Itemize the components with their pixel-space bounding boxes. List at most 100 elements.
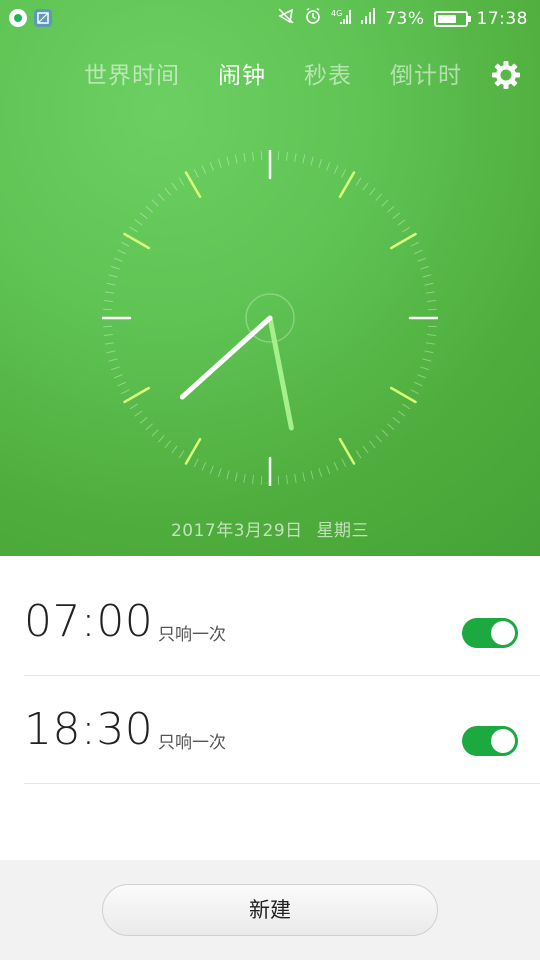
minor-tick: [139, 212, 148, 219]
new-alarm-button[interactable]: 新建: [102, 884, 438, 936]
minor-tick: [217, 468, 222, 477]
minor-tick: [129, 403, 138, 410]
tab-stopwatch[interactable]: 秒表: [304, 56, 352, 96]
minor-tick: [134, 410, 143, 417]
minor-tick: [341, 168, 347, 178]
weekday-text: 星期三: [316, 521, 370, 541]
alarm-item[interactable]: 07:00 只响一次: [0, 568, 540, 676]
minor-tick: [333, 462, 339, 471]
minor-tick: [375, 435, 383, 443]
minor-tick: [193, 168, 199, 178]
minor-tick: [178, 450, 185, 459]
alarm-repeat-label: 只响一次: [158, 733, 226, 753]
minor-tick: [387, 423, 395, 431]
minor-tick: [410, 389, 420, 395]
minor-tick: [362, 445, 369, 454]
toggle-knob: [491, 621, 515, 645]
minor-tick: [318, 468, 323, 477]
minor-tick: [103, 334, 113, 336]
minor-tick: [381, 199, 389, 207]
date-text: 2017年3月29日: [170, 521, 303, 541]
mute-icon: [277, 7, 295, 31]
minor-tick: [139, 417, 148, 424]
minor-tick: [341, 458, 347, 468]
alarm-list: 07:00 只响一次 18:30 只响一次: [0, 556, 540, 860]
status-bar: 4G 73% 17:38: [0, 0, 540, 38]
minor-tick: [427, 334, 437, 336]
minor-tick: [424, 282, 434, 286]
minor-tick: [111, 366, 120, 371]
minor-tick: [226, 156, 230, 166]
minor-tick: [234, 154, 238, 164]
battery-percent: 73%: [385, 9, 425, 29]
minor-tick: [234, 472, 238, 482]
minor-tick: [134, 219, 143, 226]
tab-countdown[interactable]: 倒计时: [390, 56, 462, 96]
minor-tick: [113, 257, 123, 262]
alarm-toggle[interactable]: [462, 618, 518, 648]
tab-world-time[interactable]: 世界时间: [84, 56, 180, 96]
minor-tick: [243, 473, 246, 484]
alarm-time: 18:30: [24, 704, 154, 755]
minor-tick: [362, 182, 369, 191]
minor-tick: [397, 219, 406, 226]
minor-tick: [326, 465, 331, 475]
minor-tick: [375, 193, 383, 201]
minor-tick: [151, 199, 159, 207]
minor-tick: [252, 151, 254, 161]
minor-tick: [387, 205, 395, 213]
minor-tick: [120, 241, 130, 247]
minor-tick: [392, 212, 401, 219]
minor-tick: [151, 429, 159, 437]
minor-tick: [414, 381, 423, 387]
minor-tick: [369, 187, 376, 196]
minor-tick: [422, 358, 432, 362]
minor-tick: [178, 177, 185, 186]
minor-tick: [427, 300, 437, 302]
minor-tick: [108, 358, 118, 362]
minor-tick: [217, 159, 222, 168]
minor-tick: [104, 342, 115, 345]
battery-icon: [433, 11, 471, 27]
minor-tick: [209, 465, 214, 475]
minor-tick: [252, 475, 254, 485]
minor-tick: [157, 193, 165, 201]
app-notification-icon: [9, 9, 27, 27]
signal-bars-icon: [360, 7, 376, 31]
minor-tick: [113, 374, 123, 379]
minor-tick: [392, 417, 401, 424]
minor-tick: [106, 282, 116, 286]
minor-tick: [318, 159, 323, 168]
minor-tick: [171, 445, 178, 454]
minor-tick: [420, 265, 429, 270]
minor-tick: [326, 161, 331, 171]
screenshot-icon: [34, 9, 52, 27]
minor-tick: [104, 291, 115, 294]
minor-tick: [294, 152, 297, 163]
alarm-icon: [304, 7, 322, 31]
alarm-item[interactable]: 18:30 只响一次: [0, 676, 540, 784]
signal-4g-icon: 4G: [331, 7, 352, 31]
tab-alarm[interactable]: 闹钟: [218, 56, 266, 96]
toggle-knob: [491, 729, 515, 753]
minor-tick: [302, 154, 306, 164]
minor-tick: [355, 450, 362, 459]
minor-tick: [111, 265, 120, 270]
minor-tick: [106, 350, 116, 354]
minor-tick: [369, 440, 376, 449]
minor-tick: [397, 410, 406, 417]
minor-tick: [302, 472, 306, 482]
minor-tick: [117, 381, 126, 387]
minor-tick: [145, 423, 153, 431]
minor-tick: [294, 473, 297, 484]
minor-tick: [164, 187, 171, 196]
date-display: 2017年3月29日 星期三: [0, 516, 540, 541]
minor-tick: [355, 177, 362, 186]
alarm-toggle[interactable]: [462, 726, 518, 756]
alarm-time: 07:00: [24, 596, 154, 647]
minor-tick: [422, 274, 432, 278]
minor-tick: [171, 182, 178, 191]
gear-icon[interactable]: [490, 59, 522, 91]
minor-tick: [164, 440, 171, 449]
divider: [24, 783, 540, 784]
